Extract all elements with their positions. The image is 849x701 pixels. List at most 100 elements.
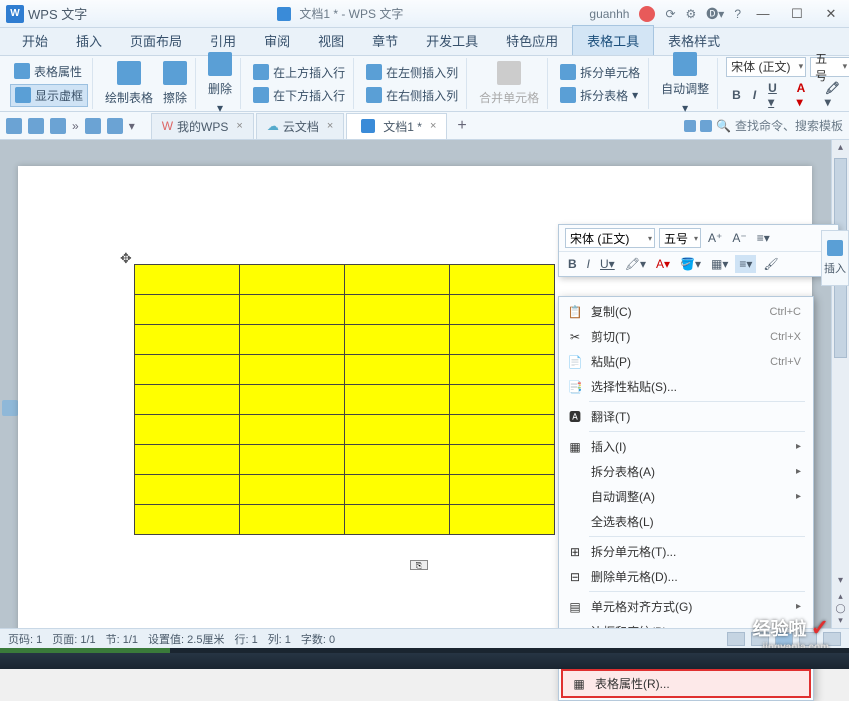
insert-below-button[interactable]: 在下方插入行 — [249, 85, 349, 106]
close-button[interactable]: ✕ — [819, 5, 843, 23]
document-table[interactable] — [134, 264, 555, 535]
view-btn-1[interactable] — [727, 632, 745, 646]
tab-review[interactable]: 审阅 — [250, 26, 304, 55]
qat-more[interactable]: » — [72, 119, 79, 133]
ctx-table-props[interactable]: ▦表格属性(R)... — [561, 669, 811, 698]
tab-view[interactable]: 视图 — [304, 26, 358, 55]
ctx-insert[interactable]: ▦插入(I)▸ — [559, 434, 813, 459]
next-page-icon[interactable]: ▾ — [832, 615, 849, 627]
split-cells-button[interactable]: 拆分单元格 — [556, 62, 644, 83]
table-move-handle[interactable]: ✥ — [120, 250, 132, 267]
table-anchor-icon[interactable]: ⎘ — [410, 560, 428, 570]
menu-dropdown[interactable]: ▾ — [129, 119, 135, 133]
status-setting[interactable]: 设置值: 2.5厘米 — [148, 631, 224, 647]
ctx-cut[interactable]: ✂剪切(T)Ctrl+X — [559, 324, 813, 349]
skin-icon[interactable]: 🅓▾ — [706, 5, 724, 22]
mini-bold[interactable]: B — [565, 256, 580, 272]
status-page-no[interactable]: 页码: 1 — [8, 631, 42, 647]
autofit-button[interactable]: 自动调整▾ — [657, 50, 713, 117]
mini-grow-font[interactable]: A⁺ — [705, 230, 725, 246]
help-icon[interactable]: ? — [734, 7, 741, 21]
clipboard-icon[interactable] — [2, 400, 18, 416]
ctx-split-cell[interactable]: ⊞拆分单元格(T)... — [559, 539, 813, 564]
mini-alignment[interactable]: ≡▾ — [735, 255, 756, 273]
mini-size-select[interactable]: 五号 — [659, 228, 701, 248]
doc-tab-doc1[interactable]: 文档1 *× — [346, 113, 447, 139]
show-grid-button[interactable]: 显示虚框 — [10, 84, 88, 107]
font-color-button[interactable]: A ▾ — [795, 81, 815, 109]
split-table-button[interactable]: 拆分表格▾ — [556, 85, 644, 106]
gear-icon[interactable]: ⚙ — [686, 7, 697, 21]
save-icon[interactable] — [6, 118, 22, 134]
status-chars[interactable]: 字数: 0 — [301, 631, 335, 647]
tab-layout[interactable]: 页面布局 — [116, 26, 196, 55]
ctx-copy[interactable]: 📋复制(C)Ctrl+C — [559, 299, 813, 324]
print-icon[interactable] — [28, 118, 44, 134]
insert-right-button[interactable]: 在右侧插入列 — [362, 85, 462, 106]
font-size-select[interactable]: 五号 — [810, 57, 849, 77]
table-props-button[interactable]: 表格属性 — [10, 61, 88, 82]
search-icon[interactable]: 🔍 — [716, 119, 731, 133]
browse-object-icon[interactable]: ◯ — [832, 603, 849, 615]
maximize-button[interactable]: ☐ — [785, 5, 809, 23]
undo-icon[interactable] — [85, 118, 101, 134]
status-row[interactable]: 行: 1 — [234, 631, 257, 647]
mini-italic[interactable]: I — [584, 256, 593, 272]
doc-tab-mywps[interactable]: W我的WPS× — [151, 113, 254, 139]
draw-table-button[interactable]: 绘制表格 — [101, 59, 157, 108]
ctx-paste-special[interactable]: 📑选择性粘贴(S)... — [559, 374, 813, 399]
status-page[interactable]: 页面: 1/1 — [52, 631, 95, 647]
status-section[interactable]: 节: 1/1 — [106, 631, 138, 647]
tab-table-tools[interactable]: 表格工具 — [572, 25, 654, 55]
sync-icon[interactable]: ⟳ — [665, 7, 675, 21]
user-name[interactable]: guanhh — [589, 7, 629, 21]
mini-border[interactable]: ▦▾ — [708, 256, 731, 272]
close-tab-icon[interactable]: × — [236, 120, 242, 132]
bold-button[interactable]: B — [730, 88, 743, 102]
ctx-paste[interactable]: 📄粘贴(P)Ctrl+V — [559, 349, 813, 374]
mini-highlight[interactable]: 🖍▾ — [622, 256, 649, 272]
scroll-down-icon[interactable]: ▾ — [832, 573, 849, 589]
layout-icon[interactable] — [700, 120, 712, 132]
mini-shrink-font[interactable]: A⁻ — [729, 230, 749, 246]
status-col[interactable]: 列: 1 — [268, 631, 291, 647]
font-name-select[interactable]: 宋体 (正文) — [726, 57, 806, 77]
tab-insert[interactable]: 插入 — [62, 26, 116, 55]
close-tab-icon[interactable]: × — [430, 120, 436, 132]
prev-page-icon[interactable]: ▴ — [832, 591, 849, 603]
tab-chapter[interactable]: 章节 — [358, 26, 412, 55]
ctx-delete-cell[interactable]: ⊟删除单元格(D)... — [559, 564, 813, 589]
insert-above-button[interactable]: 在上方插入行 — [249, 62, 349, 83]
mini-font-color[interactable]: A▾ — [653, 256, 673, 272]
doc-tab-cloud[interactable]: ☁云文档× — [256, 113, 344, 139]
mini-underline[interactable]: U▾ — [597, 256, 618, 272]
tab-feature[interactable]: 特色应用 — [492, 26, 572, 55]
mini-fill[interactable]: 🪣▾ — [677, 256, 704, 272]
ctx-select-table[interactable]: 全选表格(L) — [559, 509, 813, 534]
side-insert-panel[interactable]: 插入 — [821, 230, 849, 286]
insert-left-button[interactable]: 在左侧插入列 — [362, 62, 462, 83]
scroll-up-icon[interactable]: ▴ — [832, 140, 849, 156]
redo-icon[interactable] — [107, 118, 123, 134]
underline-button[interactable]: U ▾ — [766, 81, 786, 109]
ctx-autofit[interactable]: 自动调整(A)▸ — [559, 484, 813, 509]
preview-icon[interactable] — [50, 118, 66, 134]
user-avatar-icon[interactable] — [639, 6, 655, 22]
panel-icon[interactable] — [684, 120, 696, 132]
mini-format-painter[interactable]: 🖌 — [760, 256, 781, 272]
delete-button[interactable]: 删除▾ — [204, 50, 236, 117]
vertical-scrollbar[interactable]: ▴ ▾ ▴ ◯ ▾ — [831, 140, 849, 629]
add-tab-button[interactable]: + — [449, 117, 474, 135]
italic-button[interactable]: I — [751, 88, 758, 102]
tab-dev[interactable]: 开发工具 — [412, 26, 492, 55]
tab-start[interactable]: 开始 — [8, 26, 62, 55]
mini-align-icon[interactable]: ≡▾ — [754, 230, 773, 246]
search-label[interactable]: 查找命令、搜索模板 — [735, 117, 843, 134]
ctx-translate[interactable]: 🅰翻译(T) — [559, 404, 813, 429]
eraser-button[interactable]: 擦除 — [159, 59, 191, 108]
mini-font-select[interactable]: 宋体 (正文) — [565, 228, 655, 248]
minimize-button[interactable]: — — [751, 5, 775, 23]
ctx-split-table[interactable]: 拆分表格(A)▸ — [559, 459, 813, 484]
highlight-button[interactable]: 🖍▾ — [823, 81, 846, 109]
close-tab-icon[interactable]: × — [327, 120, 333, 132]
